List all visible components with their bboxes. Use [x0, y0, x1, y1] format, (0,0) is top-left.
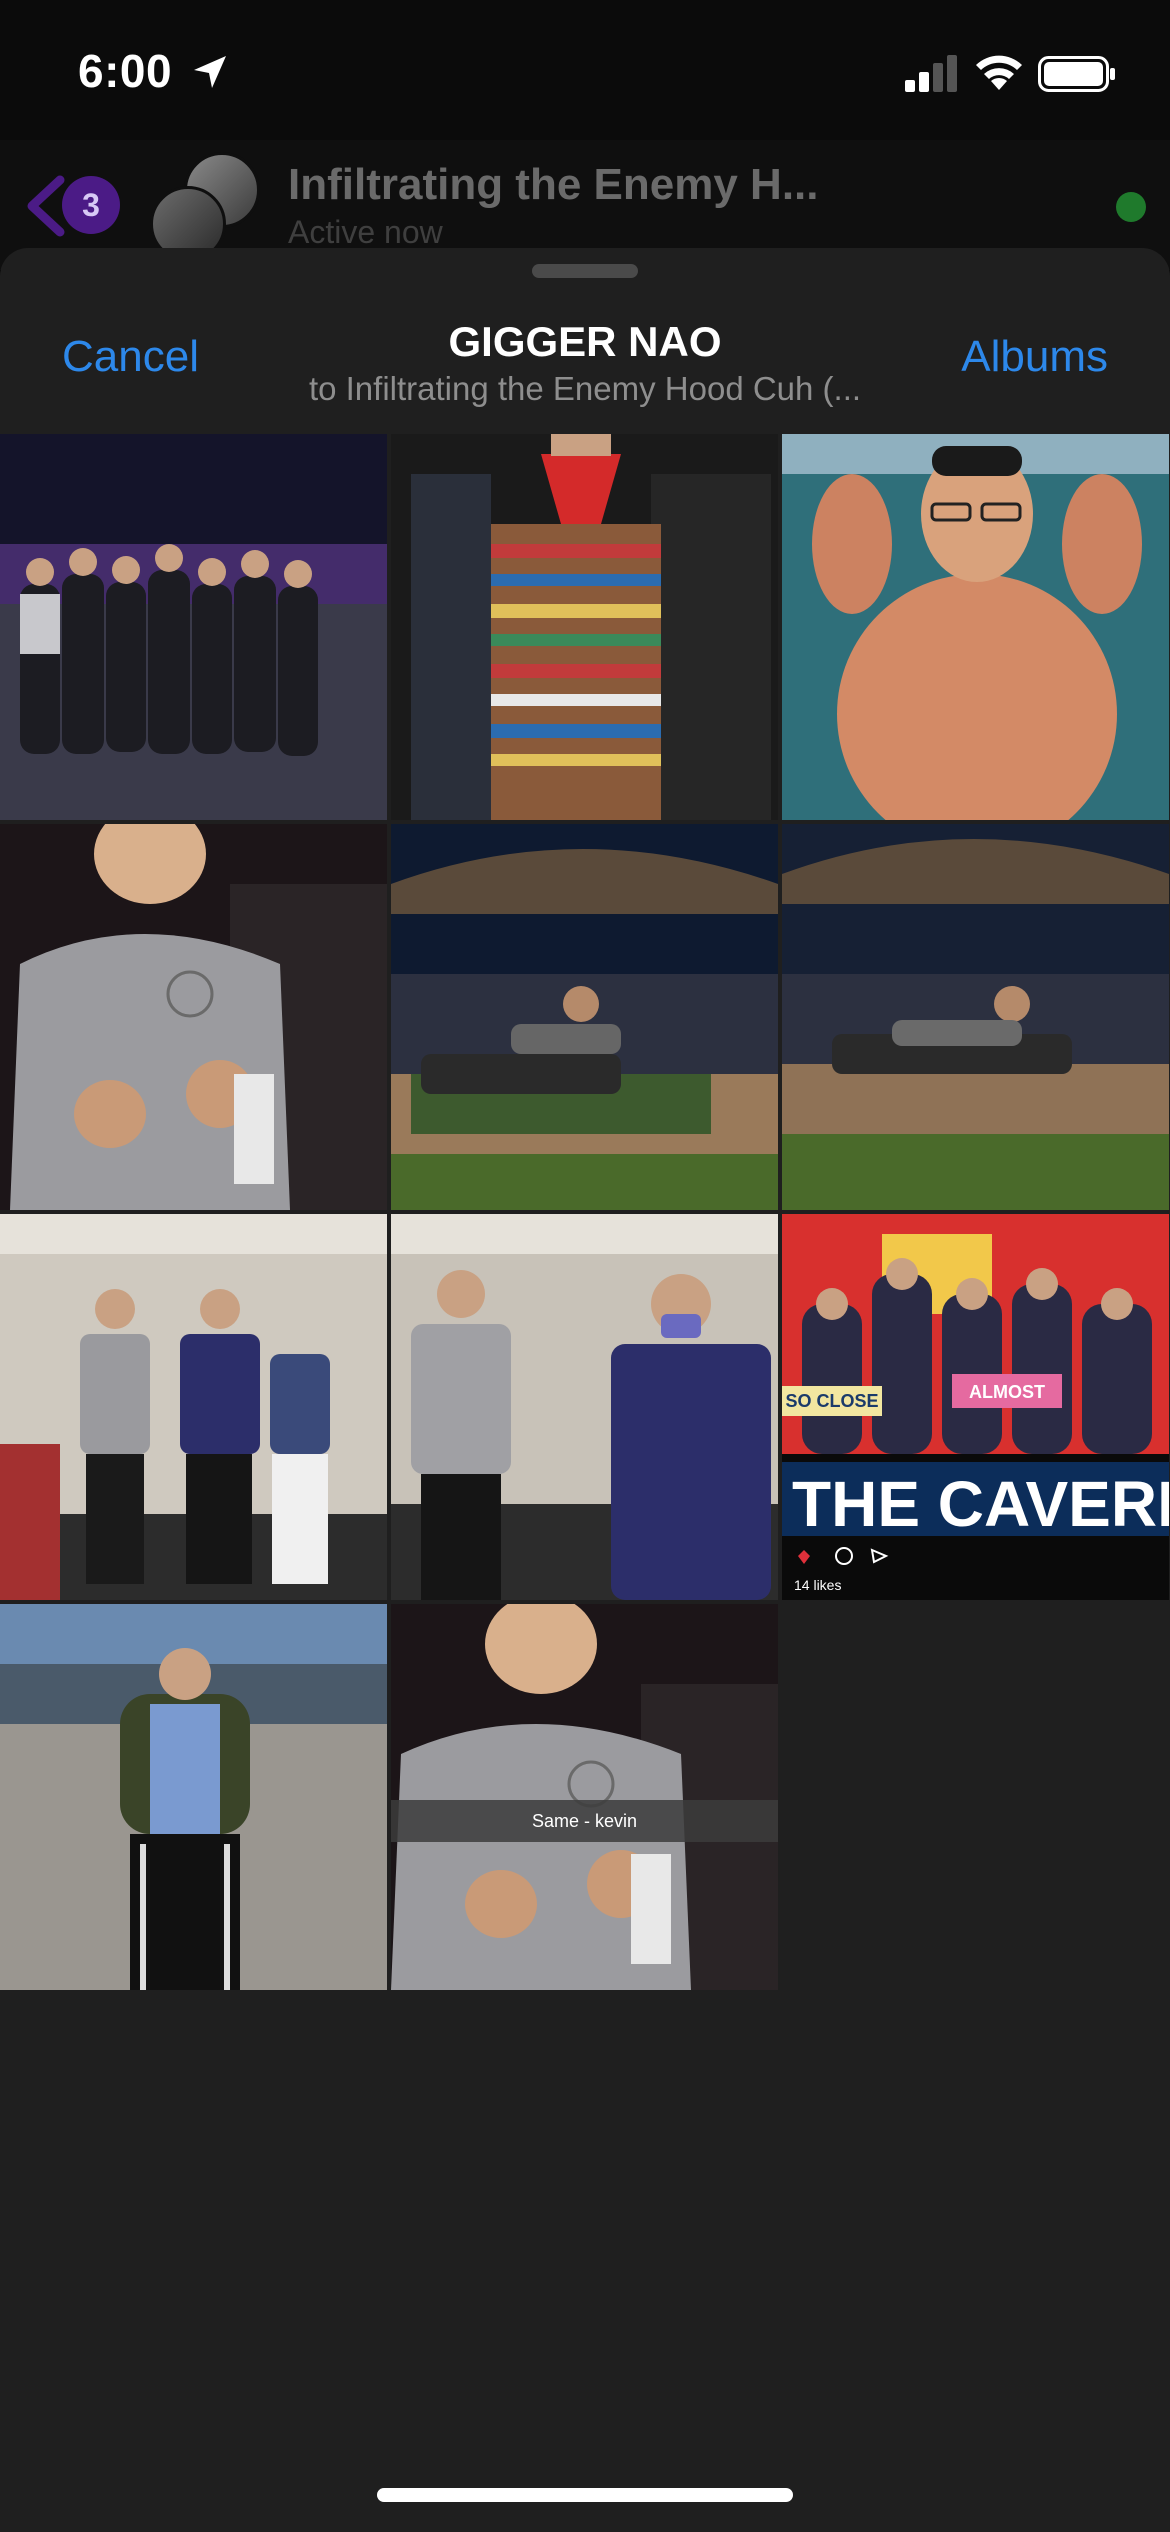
photo-thumbnail[interactable] [391, 434, 778, 820]
poster-title: THE CAVERN [792, 1468, 1169, 1540]
status-bar: 6:00 [0, 0, 1170, 140]
photo-image [0, 824, 387, 1210]
location-arrow-icon [194, 56, 226, 88]
poster-sign-1: SO CLOSE [785, 1391, 878, 1411]
poster-sign-2: ALMOST [969, 1382, 1045, 1402]
photo-image [782, 434, 1169, 820]
photo-image [391, 1604, 778, 1990]
photo-thumbnail[interactable] [0, 434, 387, 820]
photo-thumbnail[interactable]: Same - kevin [391, 1604, 778, 1990]
unread-badge: 3 [62, 176, 120, 234]
chat-title: Infiltrating the Enemy H... [288, 160, 819, 209]
battery-icon [1038, 56, 1115, 92]
photo-image [391, 434, 778, 820]
photo-thumbnail[interactable] [391, 824, 778, 1210]
photo-image [391, 1214, 778, 1600]
photo-image [0, 434, 387, 820]
photo-thumbnail[interactable] [782, 824, 1169, 1210]
photo-image [782, 824, 1169, 1210]
photo-thumbnail[interactable]: SO CLOSE ALMOST THE CAVERN 14 likes [782, 1214, 1169, 1600]
photo-image: SO CLOSE ALMOST THE CAVERN 14 likes [782, 1214, 1169, 1600]
poster-likes: 14 likes [794, 1577, 841, 1593]
photo-image [0, 1214, 387, 1600]
photo-thumbnail[interactable] [0, 1604, 387, 1990]
photo-image [391, 824, 778, 1210]
cellular-signal-icon [905, 55, 957, 92]
photo-image [0, 1604, 387, 1990]
albums-button[interactable]: Albums [961, 332, 1108, 382]
wifi-icon [976, 55, 1022, 90]
photo-caption: Same - kevin [391, 1800, 778, 1842]
online-indicator [1116, 192, 1146, 222]
home-indicator[interactable] [377, 2488, 793, 2502]
sheet-grabber[interactable] [532, 264, 638, 278]
photo-thumbnail[interactable] [391, 1214, 778, 1600]
photo-thumbnail[interactable] [0, 824, 387, 1210]
chat-status: Active now [288, 214, 443, 250]
status-time: 6:00 [78, 45, 173, 97]
photo-thumbnail[interactable] [782, 434, 1169, 820]
photo-thumbnail[interactable] [0, 1214, 387, 1600]
